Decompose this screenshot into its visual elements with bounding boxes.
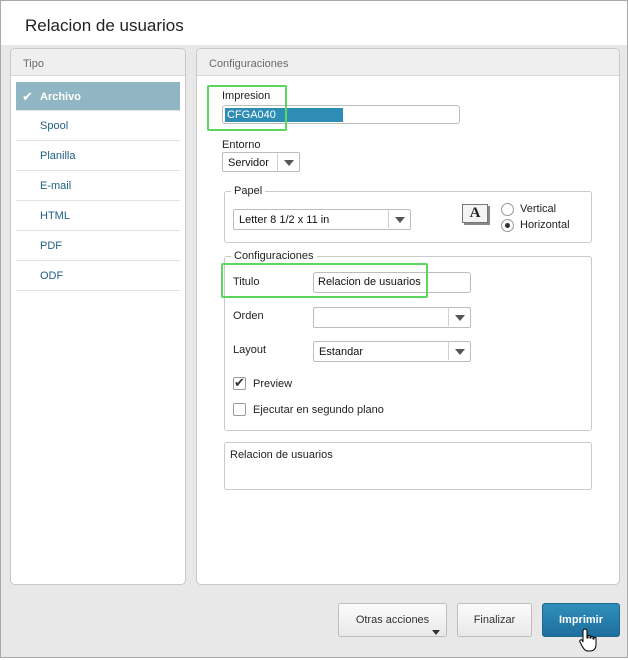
tipo-item-html[interactable]: HTML bbox=[16, 201, 180, 231]
caret-down-icon bbox=[432, 630, 440, 635]
chevron-down-icon bbox=[448, 342, 470, 360]
background-label: Ejecutar en segundo plano bbox=[253, 404, 384, 416]
report-dialog: Relacion de usuarios Tipo ✔ Archivo Spoo… bbox=[0, 0, 628, 658]
layout-select[interactable]: Estandar bbox=[313, 341, 471, 362]
tipo-item-label: E-mail bbox=[40, 180, 72, 192]
titulo-label: Titulo bbox=[233, 276, 260, 288]
tipo-list: ✔ Archivo Spool Planilla E-mail HTML PDF… bbox=[11, 76, 185, 291]
dialog-title: Relacion de usuarios bbox=[25, 16, 184, 35]
config-panel: Configuraciones Impresion CFGA040 Entorn… bbox=[196, 48, 620, 585]
tipo-item-label: ODF bbox=[40, 270, 64, 282]
chevron-down-icon bbox=[448, 308, 470, 326]
tipo-item-odf[interactable]: ODF bbox=[16, 261, 180, 291]
horizontal-radio[interactable] bbox=[501, 219, 514, 232]
title-bar: Relacion de usuarios bbox=[1, 1, 627, 45]
vertical-radio[interactable] bbox=[501, 203, 514, 216]
tipo-panel: Tipo ✔ Archivo Spool Planilla E-mail HTM… bbox=[10, 48, 186, 585]
orden-label: Orden bbox=[233, 310, 264, 322]
tipo-item-label: Planilla bbox=[40, 150, 76, 162]
chevron-down-icon bbox=[388, 210, 410, 228]
tipo-item-label: Spool bbox=[40, 120, 69, 132]
settings-fieldset: Configuraciones Titulo Relacion de usuar… bbox=[221, 250, 592, 431]
background-checkbox[interactable] bbox=[233, 403, 246, 416]
paper-size-value: Letter 8 1/2 x 11 in bbox=[239, 214, 330, 226]
papel-fieldset: Papel Letter 8 1/2 x 11 in A Vertical Ho… bbox=[224, 185, 592, 243]
description-textarea[interactable]: Relacion de usuarios bbox=[224, 442, 592, 490]
titulo-input[interactable]: Relacion de usuarios bbox=[313, 272, 471, 293]
tipo-item-email[interactable]: E-mail bbox=[16, 171, 180, 201]
tipo-item-label: Archivo bbox=[40, 91, 81, 103]
settings-legend: Configuraciones bbox=[231, 250, 317, 262]
tipo-item-archivo[interactable]: ✔ Archivo bbox=[16, 82, 180, 111]
papel-legend: Papel bbox=[231, 185, 266, 197]
check-icon: ✔ bbox=[234, 375, 245, 390]
config-header: Configuraciones bbox=[197, 49, 619, 76]
finalizar-button[interactable]: Finalizar bbox=[457, 603, 532, 637]
tipo-item-label: HTML bbox=[40, 210, 70, 222]
page-orientation-icon: A bbox=[462, 204, 488, 223]
impresion-label: Impresion bbox=[222, 90, 271, 102]
tipo-item-spool[interactable]: Spool bbox=[16, 111, 180, 141]
entorno-label: Entorno bbox=[222, 139, 261, 151]
check-icon: ✔ bbox=[22, 89, 33, 104]
entorno-select[interactable]: Servidor bbox=[222, 152, 300, 172]
vertical-label: Vertical bbox=[520, 203, 557, 215]
hand-cursor-icon bbox=[579, 628, 597, 652]
tipo-header: Tipo bbox=[11, 49, 185, 76]
entorno-value: Servidor bbox=[228, 157, 269, 169]
impresion-input[interactable]: CFGA040 bbox=[222, 105, 460, 124]
horizontal-label: Horizontal bbox=[520, 219, 570, 231]
otras-acciones-button[interactable]: Otras acciones bbox=[338, 603, 447, 637]
preview-checkbox[interactable]: ✔ bbox=[233, 375, 246, 390]
orden-select[interactable] bbox=[313, 307, 471, 328]
tipo-item-pdf[interactable]: PDF bbox=[16, 231, 180, 261]
chevron-down-icon bbox=[277, 153, 299, 171]
impresion-value: CFGA040 bbox=[225, 108, 343, 122]
otras-acciones-label: Otras acciones bbox=[355, 614, 430, 626]
preview-label: Preview bbox=[253, 378, 293, 390]
tipo-item-label: PDF bbox=[40, 240, 62, 252]
layout-value: Estandar bbox=[319, 346, 364, 358]
tipo-item-planilla[interactable]: Planilla bbox=[16, 141, 180, 171]
paper-size-select[interactable]: Letter 8 1/2 x 11 in bbox=[233, 209, 411, 230]
layout-label: Layout bbox=[233, 344, 267, 356]
